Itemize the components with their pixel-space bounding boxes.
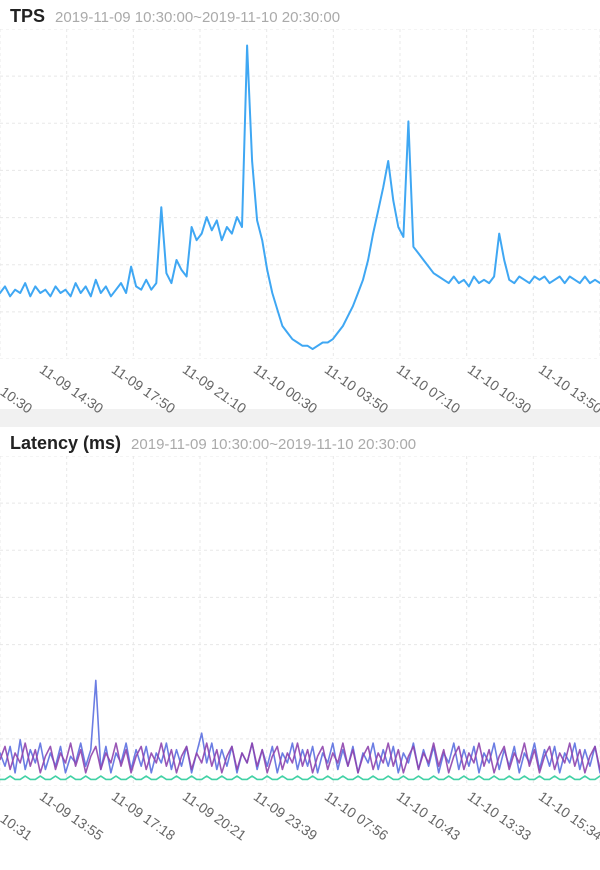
tps-header: TPS 2019-11-09 10:30:00~2019-11-10 20:30… — [0, 0, 600, 29]
x-tick-label: 11-10 13:50 — [536, 361, 600, 416]
latency-header: Latency (ms) 2019-11-09 10:30:00~2019-11… — [0, 427, 600, 456]
x-tick-label: 11-10 00:30 — [251, 361, 321, 416]
x-tick-label: 11-10 10:30 — [465, 361, 535, 416]
x-tick-label: 11-10 15:34 — [536, 788, 600, 843]
tps-chart-svg — [0, 29, 600, 359]
x-tick-label: 11-09 17:18 — [108, 788, 178, 843]
x-tick-label: 11-10 07:56 — [322, 788, 392, 843]
x-tick-label: 11-10 10:43 — [393, 788, 463, 843]
latency-chart[interactable] — [0, 456, 600, 786]
latency-chart-svg — [0, 456, 600, 786]
tps-x-axis-labels: 11-09 10:3011-09 14:3011-09 17:5011-09 2… — [0, 359, 600, 409]
x-tick-label: 11-10 07:10 — [393, 361, 463, 416]
latency-series — [0, 743, 600, 773]
tps-time-range: 2019-11-09 10:30:00~2019-11-10 20:30:00 — [55, 9, 340, 26]
tps-panel: TPS 2019-11-09 10:30:00~2019-11-10 20:30… — [0, 0, 600, 409]
x-tick-label: 11-09 21:10 — [180, 361, 250, 416]
x-tick-label: 11-10 13:33 — [465, 788, 535, 843]
x-tick-label: 11-10 03:50 — [322, 361, 392, 416]
tps-chart[interactable] — [0, 29, 600, 359]
tps-series — [0, 46, 600, 350]
x-tick-label: 11-09 13:55 — [37, 788, 107, 843]
latency-title: Latency (ms) — [10, 433, 121, 454]
latency-time-range: 2019-11-09 10:30:00~2019-11-10 20:30:00 — [131, 436, 416, 453]
latency-panel: Latency (ms) 2019-11-09 10:30:00~2019-11… — [0, 427, 600, 836]
x-tick-label: 11-09 17:50 — [108, 361, 178, 416]
x-tick-label: 11-09 10:31 — [0, 788, 35, 843]
x-tick-label: 11-09 23:39 — [251, 788, 321, 843]
tps-title: TPS — [10, 6, 45, 27]
x-tick-label: 11-09 10:30 — [0, 361, 35, 416]
latency-x-axis-labels: 11-09 10:3111-09 13:5511-09 17:1811-09 2… — [0, 786, 600, 836]
x-tick-label: 11-09 14:30 — [37, 361, 107, 416]
latency-series — [0, 776, 600, 779]
x-tick-label: 11-09 20:21 — [180, 788, 250, 843]
